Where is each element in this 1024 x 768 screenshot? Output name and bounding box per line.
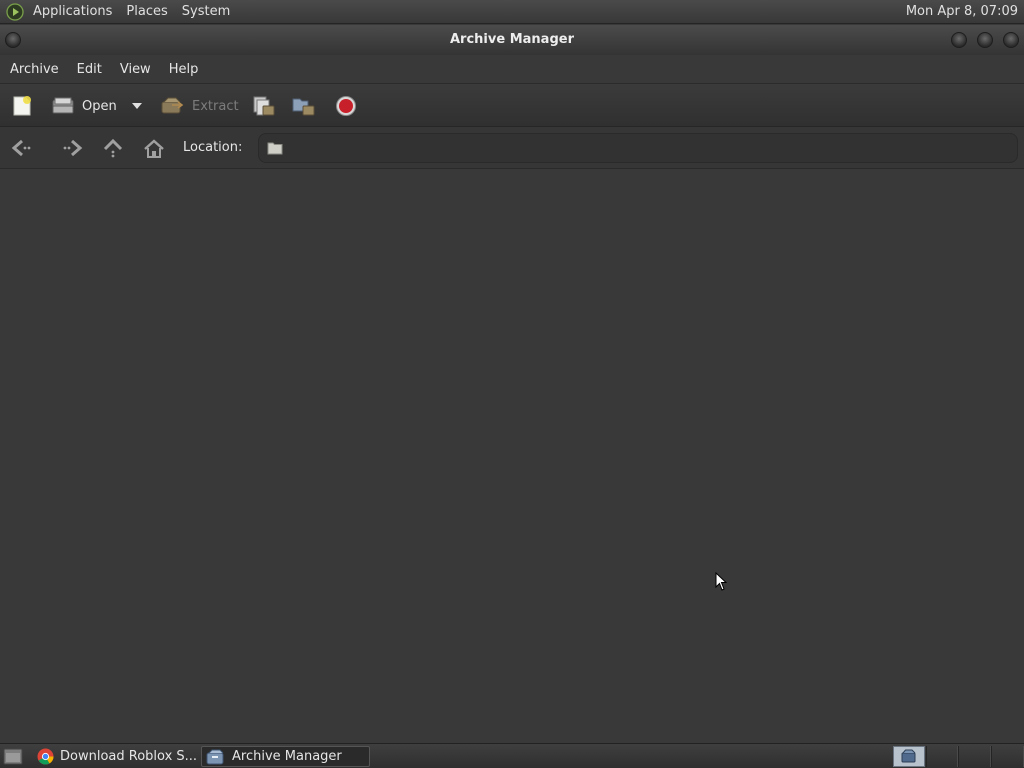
add-folder-icon	[292, 98, 315, 116]
location-field[interactable]	[258, 133, 1018, 163]
workspace-2[interactable]	[926, 746, 958, 767]
new-document-icon	[13, 96, 31, 116]
minimize-button[interactable]	[951, 32, 967, 48]
archive-manager-icon	[901, 749, 916, 763]
location-label: Location:	[183, 140, 243, 155]
window-titlebar[interactable]: Archive Manager	[0, 25, 1024, 55]
top-panel: Applications Places System Mon Apr 8, 07…	[0, 0, 1024, 24]
menu-help[interactable]: Help	[159, 62, 207, 77]
close-button[interactable]	[1003, 32, 1019, 48]
mouse-cursor-icon	[715, 572, 728, 591]
menu-archive[interactable]: Archive	[0, 62, 67, 77]
window-title: Archive Manager	[450, 32, 574, 47]
task-label: Archive Manager	[232, 749, 342, 764]
forward-arrow-icon[interactable]	[60, 138, 84, 158]
extract-button[interactable]: Extract	[160, 84, 239, 128]
show-desktop-icon[interactable]	[3, 748, 23, 765]
toolbar: Open Extract	[0, 83, 1024, 127]
file-list-area[interactable]	[0, 169, 1024, 743]
home-icon[interactable]	[143, 138, 165, 160]
open-archive-icon	[52, 97, 74, 114]
menu-view[interactable]: View	[110, 62, 159, 77]
task-download-roblox[interactable]: Download Roblox S...	[33, 746, 198, 767]
extract-label: Extract	[192, 98, 239, 114]
new-archive-button[interactable]	[11, 84, 33, 128]
workspace-4[interactable]	[991, 746, 1024, 767]
workspace-3[interactable]	[958, 746, 991, 767]
chevron-down-icon	[132, 103, 142, 109]
location-bar: Location:	[0, 127, 1024, 169]
bottom-taskbar: Download Roblox S... Archive Manager	[0, 743, 1024, 768]
stop-icon	[336, 96, 356, 116]
back-arrow-icon[interactable]	[10, 138, 34, 158]
up-arrow-icon[interactable]	[103, 138, 123, 160]
archive-manager-icon	[206, 749, 224, 764]
add-files-icon	[253, 96, 275, 116]
menu-applications[interactable]: Applications	[26, 0, 119, 24]
menubar: Archive Edit View Help	[0, 55, 1024, 83]
maximize-button[interactable]	[977, 32, 993, 48]
extract-icon	[161, 97, 184, 114]
menu-places[interactable]: Places	[119, 0, 174, 24]
distro-logo-icon[interactable]	[6, 2, 24, 21]
open-label: Open	[82, 98, 117, 114]
open-button[interactable]: Open	[52, 84, 117, 128]
chrome-icon	[37, 748, 54, 765]
task-archive-manager[interactable]: Archive Manager	[201, 746, 370, 767]
add-folder-button[interactable]	[292, 84, 316, 128]
workspace-1[interactable]	[893, 746, 925, 767]
task-label: Download Roblox S...	[60, 749, 198, 764]
add-files-button[interactable]	[252, 84, 276, 128]
menu-edit[interactable]: Edit	[67, 62, 110, 77]
stop-button[interactable]	[335, 84, 357, 128]
open-dropdown-button[interactable]	[131, 84, 143, 128]
clock[interactable]: Mon Apr 8, 07:09	[906, 0, 1018, 24]
menu-system[interactable]: System	[175, 0, 237, 24]
folder-icon	[267, 142, 283, 155]
